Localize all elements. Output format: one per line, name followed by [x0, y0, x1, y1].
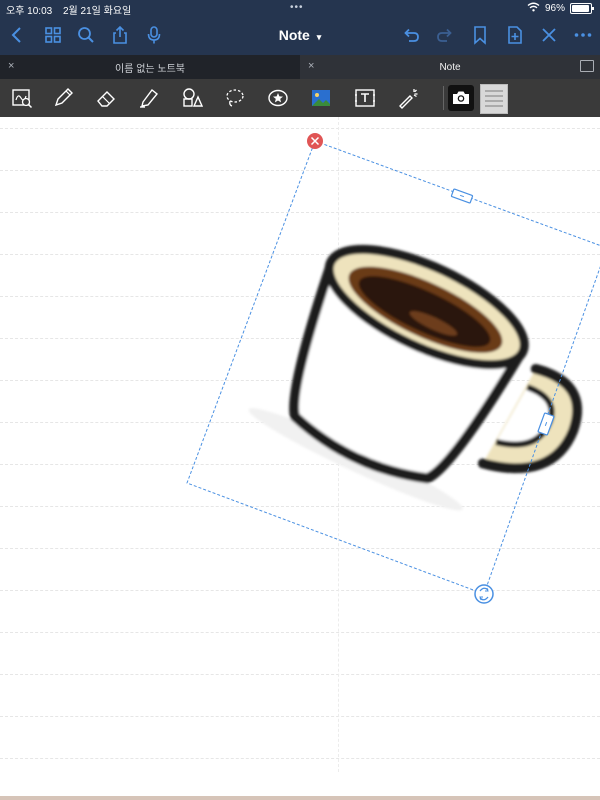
camera-icon [453, 91, 469, 104]
sticker-tool[interactable] [265, 85, 291, 111]
bookmark-button[interactable] [467, 22, 493, 48]
search-button[interactable] [73, 22, 99, 48]
resize-handle-top[interactable] [450, 188, 474, 204]
eraser-tool[interactable] [93, 85, 119, 111]
chevron-down-icon: ▾ [316, 32, 322, 42]
shapes-tool[interactable] [179, 85, 205, 111]
status-date: 2월 21일 화요일 [62, 6, 132, 17]
sticker-icon [268, 89, 288, 107]
rotate-handle[interactable] [474, 584, 494, 604]
highlighter-tool[interactable] [136, 85, 162, 111]
undo-button[interactable] [398, 22, 424, 48]
redo-button[interactable] [432, 22, 458, 48]
image-tool[interactable] [308, 85, 334, 111]
status-bar: 오후 10:03 2월 21일 화요일 ••• 96% [0, 0, 600, 17]
coffee-cup-image[interactable] [244, 221, 600, 548]
more-button[interactable] [570, 22, 596, 48]
laser-pointer-tool[interactable] [395, 85, 421, 111]
add-page-button[interactable] [502, 22, 528, 48]
lasso-zoom-tool[interactable] [9, 85, 35, 111]
share-button[interactable] [107, 22, 133, 48]
close-icon [542, 28, 556, 42]
image-icon [312, 90, 330, 106]
split-view-icon[interactable] [580, 60, 594, 72]
delete-selection-handle[interactable] [307, 133, 323, 149]
pen-icon [54, 88, 73, 107]
search-icon [78, 27, 94, 43]
drawing-toolbar [0, 79, 600, 117]
text-icon [355, 89, 375, 107]
page-bottom-edge [0, 796, 600, 800]
add-page-icon [508, 26, 522, 44]
more-icon [574, 33, 592, 37]
tab-untitled-notebook[interactable]: × 이름 없는 노트북 [0, 55, 300, 79]
camera-tool[interactable] [448, 85, 474, 111]
undo-icon [404, 28, 419, 42]
tab-label: Note [439, 61, 461, 73]
note-title: Note [278, 27, 310, 43]
recent-image-thumbnail[interactable] [480, 84, 508, 114]
close-button[interactable] [536, 22, 562, 48]
grid-button[interactable] [40, 22, 66, 48]
microphone-button[interactable] [141, 22, 167, 48]
microphone-icon [147, 26, 161, 44]
tab-close-icon[interactable]: × [8, 60, 14, 72]
share-icon [113, 25, 127, 44]
tab-close-icon[interactable]: × [308, 60, 314, 72]
note-canvas[interactable] [0, 117, 600, 800]
lasso-tool[interactable] [222, 85, 248, 111]
chevron-left-icon [11, 27, 21, 43]
wifi-icon [527, 2, 540, 15]
lasso-zoom-icon [12, 89, 33, 109]
toolbar-divider [443, 86, 444, 110]
redo-icon [437, 28, 452, 42]
status-indicators: 96% [527, 2, 594, 15]
pen-tool[interactable] [50, 85, 76, 111]
eraser-icon [97, 91, 115, 107]
note-title-menu[interactable]: Note ▾ [260, 27, 340, 43]
back-button[interactable] [4, 22, 30, 48]
tab-note[interactable]: × Note [300, 55, 600, 79]
battery-fill [572, 5, 589, 12]
status-time: 오후 10:03 [6, 6, 53, 17]
tab-label: 이름 없는 노트북 [115, 63, 185, 75]
top-navigation-bar: 오후 10:03 2월 21일 화요일 ••• 96% Note ▾ [0, 0, 600, 55]
lasso-icon [226, 89, 244, 107]
battery-icon [570, 3, 594, 14]
multitasking-dots[interactable]: ••• [290, 2, 304, 13]
battery-percent: 96% [544, 3, 565, 14]
bookmark-icon [474, 26, 486, 45]
status-time-date: 오후 10:03 2월 21일 화요일 [6, 2, 131, 17]
laser-pointer-icon [399, 89, 418, 109]
selected-image-layer [186, 133, 600, 604]
grid-icon [45, 27, 61, 43]
shapes-icon [183, 88, 203, 107]
text-tool[interactable] [352, 85, 378, 111]
highlighter-icon [140, 89, 158, 108]
tab-bar: × 이름 없는 노트북 × Note [0, 55, 600, 79]
